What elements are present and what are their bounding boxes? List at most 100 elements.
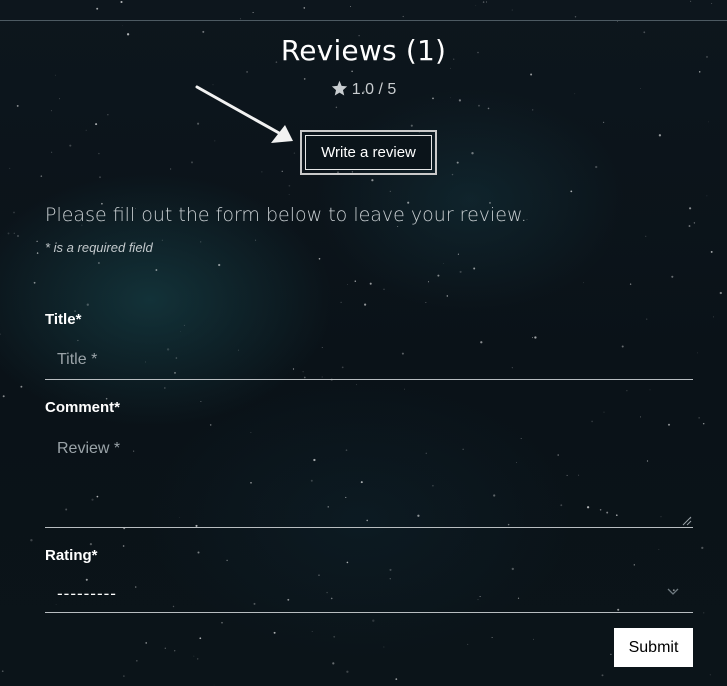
star-dot: [649, 389, 651, 391]
star-dot: [471, 152, 474, 155]
star-dot: [710, 250, 713, 253]
star-dot: [164, 647, 166, 649]
star-dot: [99, 176, 101, 179]
star-dot: [163, 387, 166, 389]
star-dot: [2, 395, 5, 398]
star-dot: [293, 152, 296, 154]
star-dot: [213, 684, 215, 686]
star-dot: [169, 168, 172, 170]
star-dot: [437, 274, 440, 277]
star-dot: [698, 71, 701, 73]
star-dot: [346, 670, 349, 673]
star-dot: [261, 171, 263, 173]
star-dot: [281, 170, 283, 172]
star-dot: [658, 548, 660, 550]
star-dot: [333, 635, 336, 638]
star-dot: [197, 551, 200, 554]
star-dot: [698, 417, 700, 419]
star-dot: [478, 104, 480, 107]
star-dot: [425, 302, 427, 303]
star-dot: [36, 252, 39, 254]
star-dot: [671, 275, 674, 278]
star-dot: [511, 567, 514, 571]
star-dot: [450, 67, 451, 69]
star-dot: [0, 333, 1, 335]
star-dot: [199, 637, 202, 640]
star-dot: [202, 30, 205, 33]
star-dot: [446, 295, 449, 297]
star-dot: [389, 568, 392, 571]
star-dot: [346, 561, 349, 564]
star-dot: [16, 104, 19, 107]
star-dot: [356, 384, 357, 386]
form-intro: Please fill out the form below to leave …: [45, 204, 527, 226]
star-dot: [473, 267, 476, 270]
star-dot: [701, 546, 704, 550]
star-dot: [706, 195, 708, 197]
star-dot: [145, 642, 148, 644]
star-dot: [457, 253, 459, 255]
star-dot: [200, 401, 202, 403]
star-dot: [410, 124, 413, 127]
average-rating: 1.0 / 5: [0, 80, 727, 99]
rating-select-value: ---------: [57, 584, 117, 603]
star-dot: [404, 388, 405, 390]
star-dot: [643, 31, 646, 34]
star-dot: [395, 678, 398, 680]
star-dot: [9, 167, 11, 169]
star-dot: [197, 658, 199, 660]
title-input[interactable]: [45, 340, 693, 380]
star-dot: [511, 9, 513, 11]
comment-textarea[interactable]: [45, 430, 693, 528]
title-label: Title*: [45, 311, 82, 328]
star-dot: [533, 638, 534, 640]
write-review-button[interactable]: Write a review: [300, 130, 437, 175]
average-rating-text: 1.0 / 5: [351, 81, 397, 98]
star-dot: [288, 194, 290, 195]
star-dot: [693, 222, 696, 224]
star-dot: [33, 281, 36, 284]
submit-button[interactable]: Submit: [614, 628, 693, 667]
star-dot: [708, 121, 710, 123]
star-dot: [467, 643, 469, 645]
star-dot: [702, 422, 705, 425]
star-dot: [122, 25, 123, 27]
star-dot: [340, 301, 342, 304]
star-dot: [475, 4, 477, 6]
star-dot: [226, 559, 228, 562]
star-dot: [369, 282, 372, 285]
star-dot: [451, 173, 454, 176]
resize-grip-icon[interactable]: [682, 516, 692, 526]
comment-label: Comment*: [45, 399, 121, 416]
reviews-title: Reviews (1): [280, 34, 447, 67]
star-dot: [487, 107, 490, 110]
star-dot: [54, 74, 56, 76]
star-dot: [218, 263, 221, 267]
star-dot: [1, 670, 4, 673]
star-dot: [591, 420, 593, 423]
star-dot: [174, 650, 176, 652]
star-dot: [95, 123, 98, 126]
star-dot: [459, 270, 462, 273]
star-dot: [107, 114, 109, 116]
star-dot: [633, 564, 635, 566]
star-dot: [364, 303, 367, 306]
star-dot: [690, 0, 692, 2]
star-dot: [30, 539, 33, 542]
star-dot: [221, 621, 223, 624]
star-dot: [531, 337, 534, 339]
star-dot: [318, 258, 321, 260]
star-dot: [191, 161, 193, 164]
star-dot: [161, 239, 163, 241]
star-dot: [639, 416, 641, 418]
rating-select[interactable]: ---------: [45, 572, 693, 613]
star-dot: [351, 70, 353, 73]
star-dot: [703, 612, 705, 614]
star-dot: [13, 211, 15, 214]
star-dot: [122, 545, 125, 547]
star-dot: [617, 21, 619, 22]
star-dot: [458, 99, 462, 102]
star-dot: [719, 291, 722, 295]
star-dot: [570, 190, 573, 193]
star-dot: [595, 165, 598, 169]
